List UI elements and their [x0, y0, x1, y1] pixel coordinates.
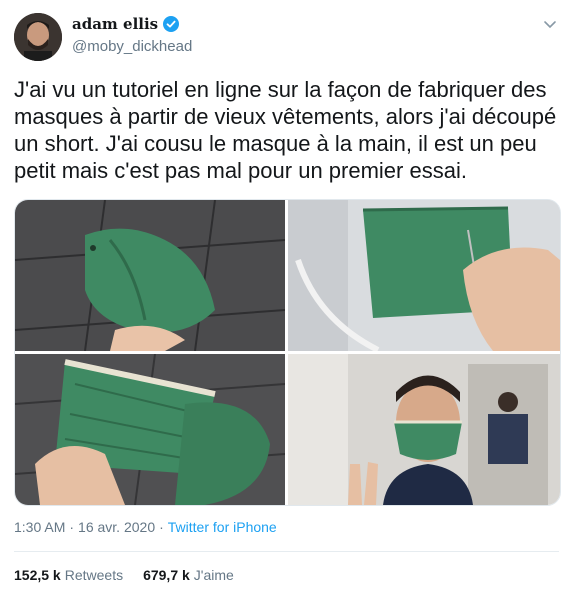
retweets-label: Retweets — [64, 567, 124, 583]
tweet-date[interactable]: 16 avr. 2020 — [78, 519, 155, 535]
meta-separator: · — [159, 519, 164, 535]
likes-label: J'aime — [193, 567, 234, 583]
tweet-source-link[interactable]: Twitter for iPhone — [168, 519, 277, 535]
tweet-text: J'ai vu un tutoriel en ligne sur la faço… — [14, 77, 557, 183]
media-grid — [14, 199, 561, 506]
retweets-count: 152,5 k — [14, 567, 61, 583]
media-photo-1[interactable] — [15, 200, 285, 351]
likes-count: 679,7 k — [143, 567, 190, 583]
divider — [14, 551, 559, 552]
meta-separator: · — [69, 519, 75, 535]
tweet-card: adam ellis @moby_dickhead J'ai vu un tut… — [0, 0, 573, 600]
media-photo-2[interactable] — [288, 200, 560, 351]
retweets-stat[interactable]: 152,5 k Retweets — [14, 567, 123, 583]
verified-badge-icon — [163, 16, 180, 32]
chevron-down-icon[interactable] — [540, 14, 560, 34]
handle[interactable]: @moby_dickhead — [72, 38, 192, 55]
tweet-time[interactable]: 1:30 AM — [14, 519, 65, 535]
tweet-meta: 1:30 AM · 16 avr. 2020 · Twitter for iPh… — [14, 519, 277, 535]
media-photo-4[interactable] — [288, 354, 560, 505]
media-photo-3[interactable] — [15, 354, 285, 505]
tweet-stats: 152,5 k Retweets 679,7 k J'aime — [14, 567, 234, 583]
display-name[interactable]: adam ellis — [72, 15, 158, 33]
likes-stat[interactable]: 679,7 k J'aime — [143, 567, 234, 583]
avatar[interactable] — [14, 13, 62, 61]
author-name-row: adam ellis — [72, 15, 180, 33]
